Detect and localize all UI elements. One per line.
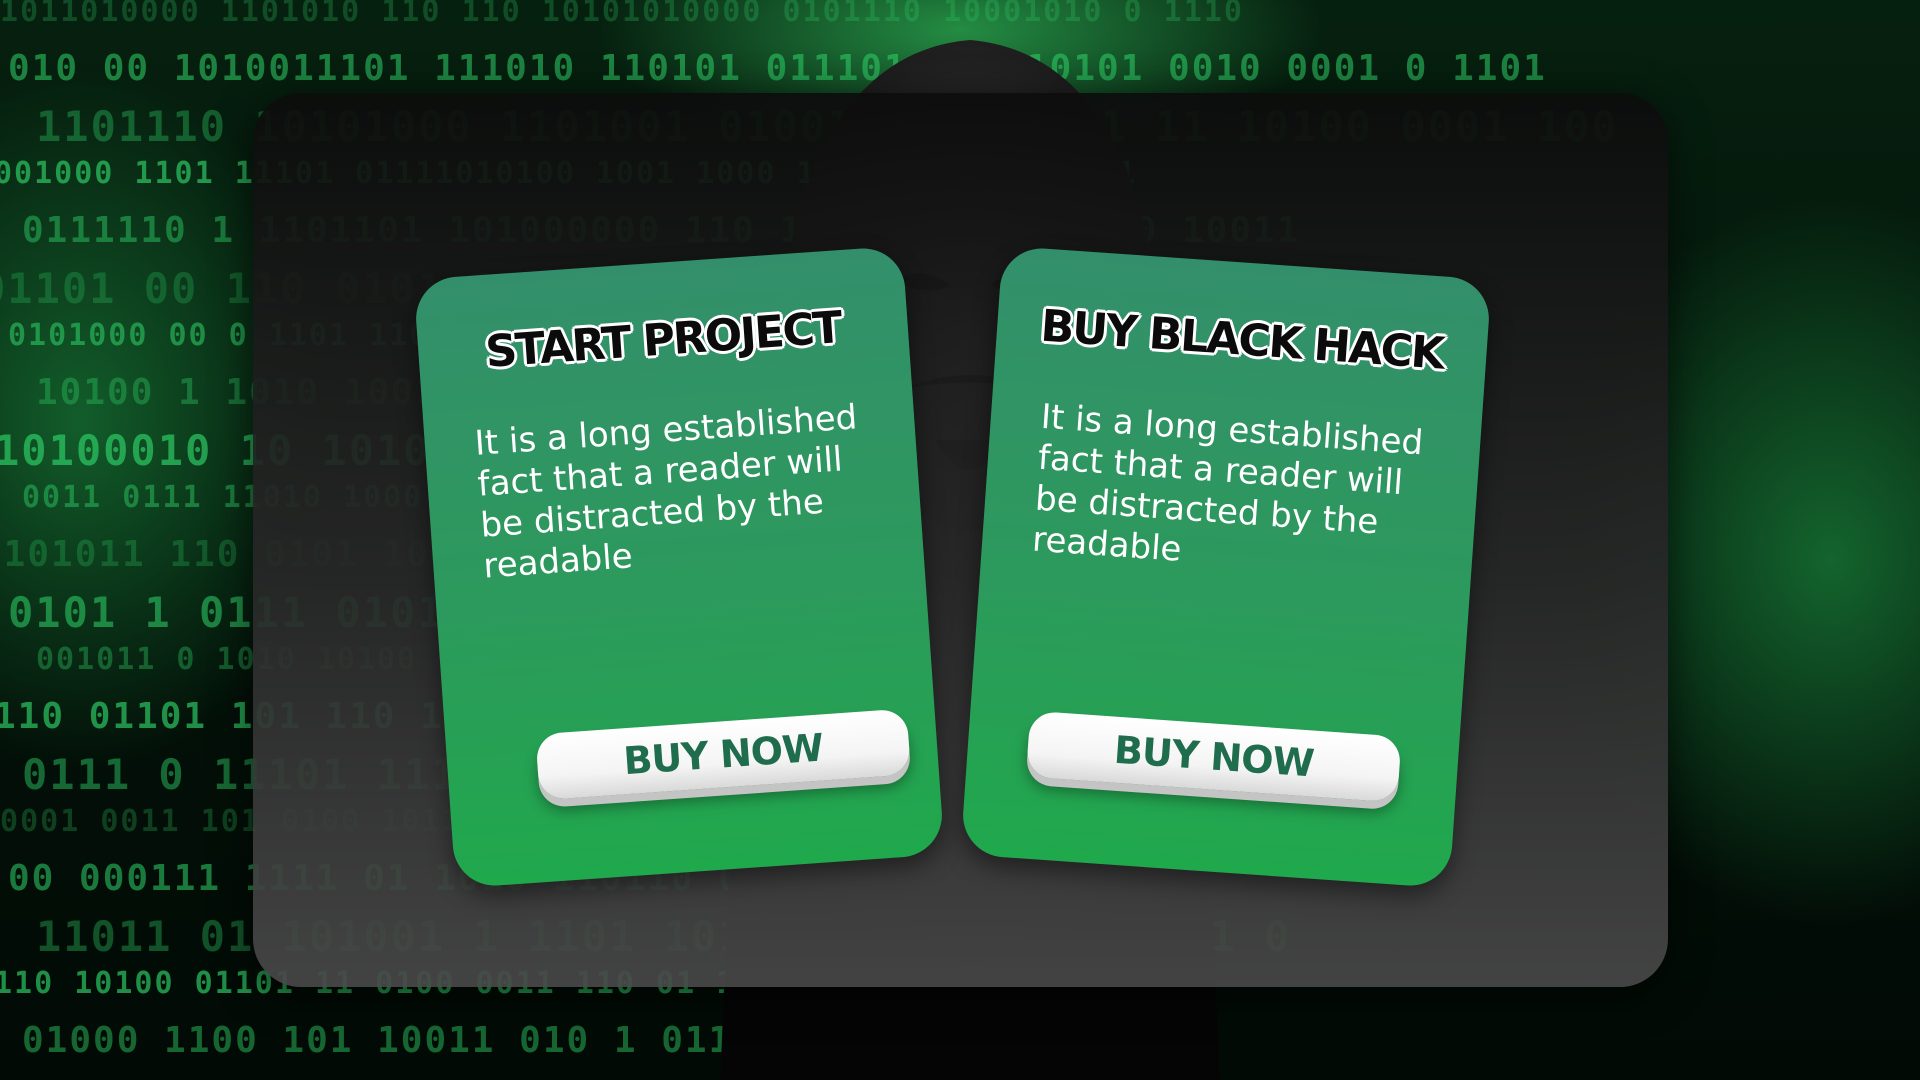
card-description: It is a long established fact that a rea… xyxy=(1031,396,1425,570)
card-title: START PROJECT xyxy=(483,302,843,378)
binary-code-row: 010 00 1010011101 111010 110101 01110101… xyxy=(8,48,1547,89)
buy-now-button[interactable]: BUY NOW xyxy=(535,708,912,801)
buy-black-hack-card: BUY BLACK HACK It is a long established … xyxy=(960,245,1492,889)
binary-code-row: 01000 1100 101 10011 010 1 0111 00001 10… xyxy=(22,1020,1135,1061)
binary-code-row: 11011010000 1101010 110 110 10101010000 … xyxy=(0,0,1244,29)
card-description: It is a long established fact that a rea… xyxy=(473,397,859,587)
card-title: BUY BLACK HACK xyxy=(1039,300,1445,380)
start-project-card: START PROJECT It is a long established f… xyxy=(413,245,945,889)
buy-now-button[interactable]: BUY NOW xyxy=(1025,710,1402,803)
hero-stage: 11011010000 1101010 110 110 10101010000 … xyxy=(0,0,1920,1080)
